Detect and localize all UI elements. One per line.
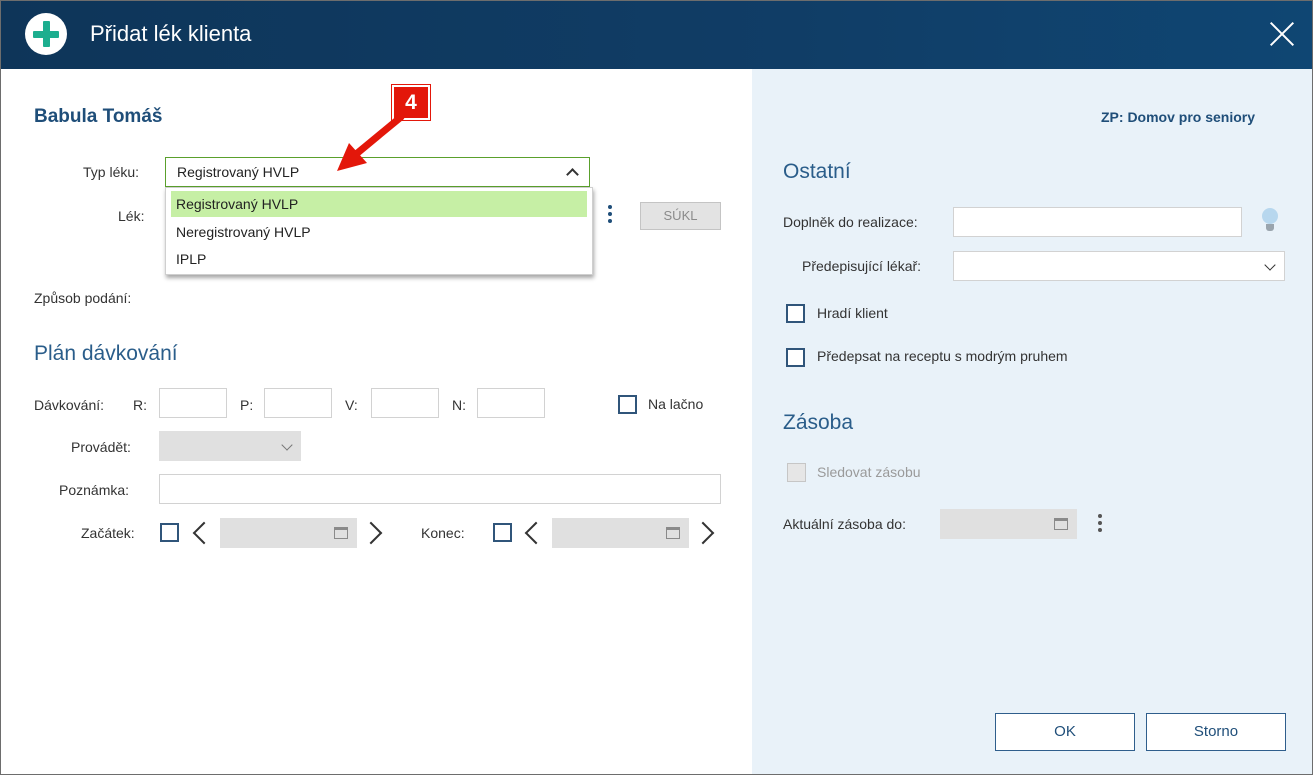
typ-leku-dropdown: Registrovaný HVLP Neregistrovaný HVLP IP…	[165, 187, 593, 275]
lekar-label: Předepisující lékař:	[802, 258, 922, 274]
chevron-up-icon	[566, 168, 579, 181]
konec-label: Konec:	[421, 525, 465, 541]
hradi-klient-checkbox[interactable]	[786, 304, 805, 323]
add-medication-dialog: Přidat lék klienta Babula Tomáš Typ léku…	[0, 0, 1313, 775]
calendar-icon[interactable]	[334, 527, 348, 539]
dose-p-label: P:	[240, 397, 254, 413]
zacatek-label: Začátek:	[81, 525, 135, 541]
more-options-icon[interactable]	[1098, 514, 1102, 535]
dose-v-label: V:	[345, 397, 358, 413]
lightbulb-icon[interactable]	[1260, 208, 1280, 236]
annotation-arrow-icon	[337, 113, 405, 171]
chevron-left-icon[interactable]	[191, 519, 207, 545]
chevron-right-icon[interactable]	[700, 519, 716, 545]
sledovat-zasobu-checkbox[interactable]	[787, 463, 806, 482]
chevron-right-icon[interactable]	[368, 519, 384, 545]
dialog-title: Přidat lék klienta	[90, 21, 252, 46]
doplnek-input[interactable]	[953, 207, 1242, 237]
predepsat-label: Předepsat na receptu s modrým pruhem	[817, 348, 1068, 364]
calendar-icon[interactable]	[1054, 518, 1068, 530]
dosing-section-title: Plán dávkování	[34, 342, 178, 365]
storno-button[interactable]: Storno	[1146, 713, 1286, 751]
na-lacno-label: Na lačno	[648, 396, 704, 412]
zacatek-date-input[interactable]	[220, 518, 357, 548]
sukl-button[interactable]: SÚKL	[640, 202, 721, 230]
predepsat-checkbox[interactable]	[786, 348, 805, 367]
chevron-left-icon[interactable]	[523, 519, 539, 545]
plus-icon	[25, 13, 67, 55]
other-section-title: Ostatní	[783, 160, 851, 183]
hradi-klient-label: Hradí klient	[817, 305, 888, 321]
dropdown-option-iplp[interactable]: IPLP	[171, 246, 587, 272]
davkovani-label: Dávkování:	[34, 397, 105, 413]
ok-button[interactable]: OK	[995, 713, 1135, 751]
poznamka-label: Poznámka:	[59, 482, 130, 498]
close-icon[interactable]	[1267, 19, 1297, 49]
insurance-label: ZP: Domov pro seniory	[1101, 109, 1256, 125]
calendar-icon[interactable]	[666, 527, 680, 539]
dose-n-label: N:	[452, 397, 466, 413]
typ-leku-value: Registrovaný HVLP	[177, 164, 300, 180]
sledovat-zasobu-label: Sledovat zásobu	[817, 464, 921, 480]
stock-section-title: Zásoba	[783, 411, 854, 434]
title-bar: Přidat lék klienta	[1, 1, 1312, 69]
more-options-icon[interactable]	[608, 205, 612, 226]
chevron-down-icon	[1264, 259, 1276, 271]
konec-date-input[interactable]	[552, 518, 689, 548]
aktualni-zasoba-date[interactable]	[940, 509, 1077, 539]
dose-r-label: R:	[133, 397, 147, 413]
chevron-down-icon	[281, 439, 293, 451]
typ-leku-label: Typ léku:	[83, 164, 140, 180]
lekar-select[interactable]	[953, 251, 1285, 281]
lek-label: Lék:	[118, 208, 145, 224]
na-lacno-checkbox[interactable]	[618, 395, 637, 414]
zpusob-podani-label: Způsob podání:	[34, 290, 132, 306]
provadet-label: Provádět:	[71, 439, 131, 455]
doplnek-label: Doplněk do realizace:	[783, 214, 918, 230]
dose-r-input[interactable]	[159, 388, 227, 418]
dose-n-input[interactable]	[477, 388, 545, 418]
client-name: Babula Tomáš	[34, 106, 163, 127]
dropdown-option-registrovany[interactable]: Registrovaný HVLP	[171, 191, 587, 217]
poznamka-input[interactable]	[159, 474, 721, 504]
dose-p-input[interactable]	[264, 388, 332, 418]
provadet-select[interactable]	[159, 431, 301, 461]
dropdown-option-neregistrovany[interactable]: Neregistrovaný HVLP	[171, 219, 587, 245]
aktualni-zasoba-label: Aktuální zásoba do:	[783, 516, 906, 532]
konec-checkbox[interactable]	[493, 523, 512, 542]
dose-v-input[interactable]	[371, 388, 439, 418]
zacatek-checkbox[interactable]	[160, 523, 179, 542]
